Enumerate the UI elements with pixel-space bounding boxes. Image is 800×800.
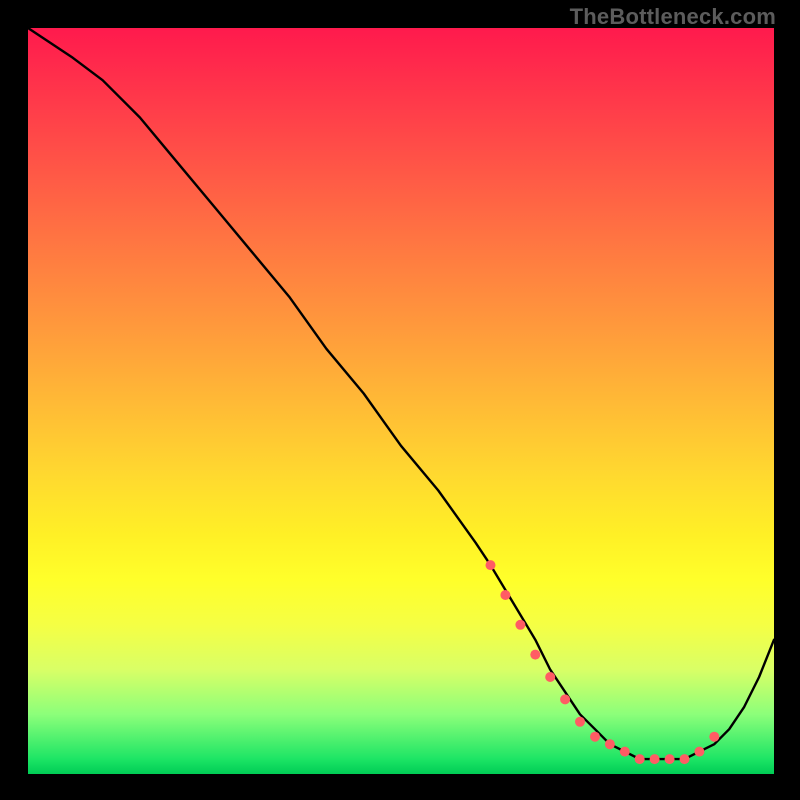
curve-marker [575,717,585,727]
chart-frame: TheBottleneck.com [0,0,800,800]
curve-marker [590,732,600,742]
curve-markers [486,560,720,764]
curve-marker [694,747,704,757]
curve-marker [530,650,540,660]
curve-layer [28,28,774,774]
curve-marker [486,560,496,570]
curve-marker [620,747,630,757]
curve-marker [650,754,660,764]
watermark-text: TheBottleneck.com [570,4,776,30]
curve-marker [709,732,719,742]
curve-marker [500,590,510,600]
bottleneck-curve [28,28,774,759]
curve-marker [680,754,690,764]
curve-marker [545,672,555,682]
curve-marker [635,754,645,764]
curve-marker [560,694,570,704]
curve-marker [515,620,525,630]
curve-marker [665,754,675,764]
curve-marker [605,739,615,749]
